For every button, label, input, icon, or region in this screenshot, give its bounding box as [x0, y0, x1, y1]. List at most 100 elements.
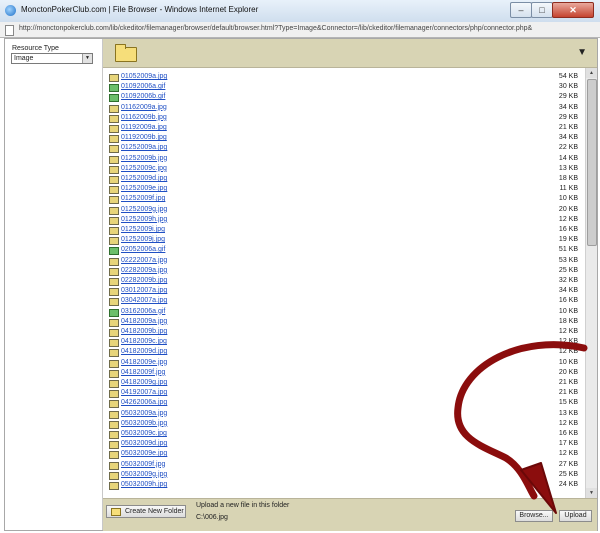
file-row[interactable]: 01092006a.gif 30 KB	[109, 83, 581, 93]
file-name-link[interactable]: 04182009g.jpg	[121, 379, 167, 386]
chevron-down-icon[interactable]: ▼	[82, 54, 92, 63]
file-row[interactable]: 04182009d.jpg 12 KB	[109, 348, 581, 358]
file-row[interactable]: 01252009j.jpg 19 KB	[109, 236, 581, 246]
file-name-link[interactable]: 01192009a.jpg	[121, 124, 167, 131]
file-name-link[interactable]: 01192009b.jpg	[121, 134, 167, 141]
file-name-link[interactable]: 01252009c.jpg	[121, 165, 167, 172]
file-row[interactable]: 01252009g.jpg 20 KB	[109, 206, 581, 216]
browse-button[interactable]: Browse...	[515, 510, 553, 522]
file-name-link[interactable]: 01252009g.jpg	[121, 206, 167, 213]
file-name-link[interactable]: 04182009a.jpg	[121, 318, 167, 325]
file-name-link[interactable]: 01252009i.jpg	[121, 226, 165, 233]
file-row[interactable]: 05032009f.jpg 27 KB	[109, 461, 581, 471]
file-row[interactable]: 01252009i.jpg 16 KB	[109, 226, 581, 236]
file-row[interactable]: 01252009b.jpg 14 KB	[109, 155, 581, 165]
file-name-link[interactable]: 02222007a.jpg	[121, 257, 167, 264]
file-row[interactable]: 01192009a.jpg 21 KB	[109, 124, 581, 134]
file-name-link[interactable]: 01252009f.jpg	[121, 195, 165, 202]
file-name-link[interactable]: 01252009d.jpg	[121, 175, 167, 182]
file-name-link[interactable]: 01162009a.jpg	[121, 104, 167, 111]
upload-file-input[interactable]: C:\006.jpg	[196, 513, 506, 522]
file-row[interactable]: 04182009b.jpg 12 KB	[109, 328, 581, 338]
file-row[interactable]: 04182009f.jpg 20 KB	[109, 369, 581, 379]
file-row[interactable]: 05032009b.jpg 12 KB	[109, 420, 581, 430]
minimize-button[interactable]: –	[510, 2, 532, 18]
file-name-link[interactable]: 04192007a.jpg	[121, 389, 167, 396]
folder-dropdown-icon[interactable]: ▼	[577, 47, 587, 58]
file-name-link[interactable]: 01252009e.jpg	[121, 185, 167, 192]
file-name-link[interactable]: 05032009a.jpg	[121, 410, 167, 417]
file-row[interactable]: 03162006a.gif 10 KB	[109, 308, 581, 318]
file-row[interactable]: 01252009d.jpg 18 KB	[109, 175, 581, 185]
scroll-down-icon[interactable]: ▼	[586, 488, 597, 498]
file-name-link[interactable]: 04182009b.jpg	[121, 328, 167, 335]
file-row[interactable]: 04182009g.jpg 21 KB	[109, 379, 581, 389]
file-row[interactable]: 01192009b.jpg 34 KB	[109, 134, 581, 144]
file-name-link[interactable]: 01252009a.jpg	[121, 144, 167, 151]
file-row[interactable]: 04182009a.jpg 18 KB	[109, 318, 581, 328]
file-row[interactable]: 01252009h.jpg 12 KB	[109, 216, 581, 226]
create-new-folder-button[interactable]: Create New Folder	[106, 505, 186, 518]
file-row[interactable]: 03012007a.jpg 34 KB	[109, 287, 581, 297]
file-row[interactable]: 01162009b.jpg 29 KB	[109, 114, 581, 124]
resource-type-select[interactable]: Image ▼	[11, 53, 93, 64]
file-name-link[interactable]: 01252009b.jpg	[121, 155, 167, 162]
file-name-link[interactable]: 04182009e.jpg	[121, 359, 167, 366]
file-row[interactable]: 01052009a.jpg 54 KB	[109, 73, 581, 83]
file-name-link[interactable]: 05032009g.jpg	[121, 471, 167, 478]
file-row[interactable]: 05032009g.jpg 25 KB	[109, 471, 581, 481]
upload-button[interactable]: Upload	[559, 510, 592, 522]
file-name-link[interactable]: 05032009b.jpg	[121, 420, 167, 427]
file-name-link[interactable]: 05032009e.jpg	[121, 450, 167, 457]
file-row[interactable]: 01252009c.jpg 13 KB	[109, 165, 581, 175]
file-name-link[interactable]: 04262006a.jpg	[121, 399, 167, 406]
file-name-link[interactable]: 01092006a.gif	[121, 83, 165, 90]
file-name-link[interactable]: 02052006a.gif	[121, 246, 165, 253]
file-name-link[interactable]: 01252009h.jpg	[121, 216, 167, 223]
file-name-link[interactable]: 03012007a.jpg	[121, 287, 167, 294]
file-name-link[interactable]: 01092006b.gif	[121, 93, 165, 100]
file-list-scrollbar[interactable]: ▲ ▼	[585, 68, 597, 498]
file-row[interactable]: 04192007a.jpg 21 KB	[109, 389, 581, 399]
file-name-link[interactable]: 03042007a.jpg	[121, 297, 167, 304]
file-row[interactable]: 05032009e.jpg 12 KB	[109, 450, 581, 460]
file-row[interactable]: 05032009c.jpg 16 KB	[109, 430, 581, 440]
file-name-link[interactable]: 04182009f.jpg	[121, 369, 165, 376]
file-name-link[interactable]: 02282009a.jpg	[121, 267, 167, 274]
file-name-link[interactable]: 03162006a.gif	[121, 308, 165, 315]
file-row[interactable]: 01252009f.jpg 10 KB	[109, 195, 581, 205]
file-name-link[interactable]: 04182009c.jpg	[121, 338, 167, 345]
current-folder-bar: ▼	[103, 39, 597, 68]
file-name-link[interactable]: 05032009f.jpg	[121, 461, 165, 468]
file-row[interactable]: 04182009e.jpg 10 KB	[109, 359, 581, 369]
file-row[interactable]: 02282009b.jpg 32 KB	[109, 277, 581, 287]
file-name-link[interactable]: 04182009d.jpg	[121, 348, 167, 355]
file-row[interactable]: 02052006a.gif 51 KB	[109, 246, 581, 256]
file-row[interactable]: 05032009d.jpg 17 KB	[109, 440, 581, 450]
maximize-button[interactable]: □	[531, 2, 553, 18]
file-row[interactable]: 02282009a.jpg 25 KB	[109, 267, 581, 277]
file-row[interactable]: 01252009a.jpg 22 KB	[109, 144, 581, 154]
close-button[interactable]: ✕	[552, 2, 594, 18]
file-name-link[interactable]: 05032009h.jpg	[121, 481, 167, 488]
image-file-icon	[109, 369, 119, 378]
file-name-link[interactable]: 02282009b.jpg	[121, 277, 167, 284]
file-name-link[interactable]: 01162009b.jpg	[121, 114, 167, 121]
file-row[interactable]: 03042007a.jpg 16 KB	[109, 297, 581, 307]
file-name-link[interactable]: 01252009j.jpg	[121, 236, 165, 243]
file-name-link[interactable]: 01052009a.jpg	[121, 73, 167, 80]
file-row[interactable]: 02222007a.jpg 53 KB	[109, 257, 581, 267]
file-row[interactable]: 05032009h.jpg 24 KB	[109, 481, 581, 491]
file-row[interactable]: 04262006a.jpg 15 KB	[109, 399, 581, 409]
file-row[interactable]: 04182009c.jpg 12 KB	[109, 338, 581, 348]
folder-icon[interactable]	[115, 44, 137, 62]
scroll-up-icon[interactable]: ▲	[586, 68, 597, 78]
file-row[interactable]: 01092006b.gif 29 KB	[109, 93, 581, 103]
file-name-link[interactable]: 05032009d.jpg	[121, 440, 167, 447]
address-url[interactable]: http://monctonpokerclub.com/lib/ckeditor…	[19, 25, 532, 32]
file-name-link[interactable]: 05032009c.jpg	[121, 430, 167, 437]
file-row[interactable]: 01162009a.jpg 34 KB	[109, 104, 581, 114]
file-row[interactable]: 05032009a.jpg 13 KB	[109, 410, 581, 420]
file-row[interactable]: 01252009e.jpg 11 KB	[109, 185, 581, 195]
scrollbar-thumb[interactable]	[587, 79, 597, 246]
